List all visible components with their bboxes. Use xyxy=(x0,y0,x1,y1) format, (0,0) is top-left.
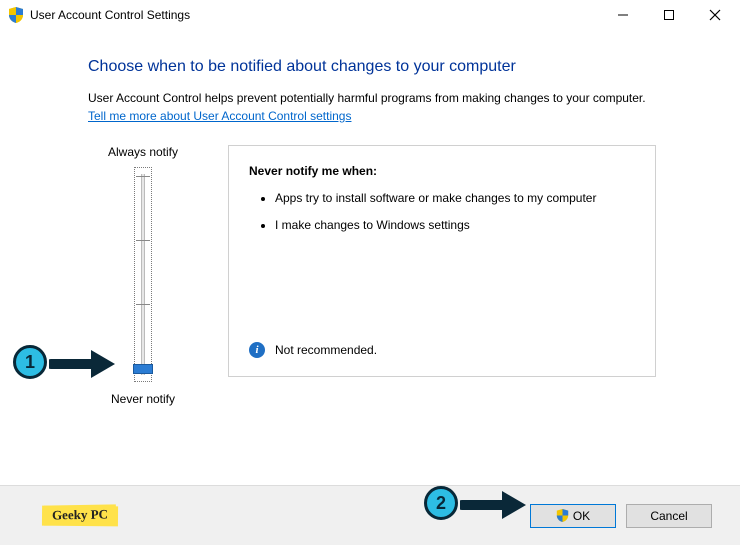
slider-label-top: Always notify xyxy=(108,145,178,159)
slider-tick xyxy=(136,304,150,305)
slider-thumb[interactable] xyxy=(133,364,153,374)
annotation-step-1: 1 xyxy=(13,345,47,379)
annotation-step-2: 2 xyxy=(424,486,458,520)
uac-shield-icon xyxy=(8,7,24,23)
titlebar: User Account Control Settings xyxy=(0,0,740,30)
uac-slider[interactable] xyxy=(134,167,152,382)
panel-bullet: Apps try to install software or make cha… xyxy=(275,190,635,207)
close-button[interactable] xyxy=(692,0,738,30)
slider-tick xyxy=(136,176,150,177)
help-link[interactable]: Tell me more about User Account Control … xyxy=(88,109,351,123)
slider-label-bottom: Never notify xyxy=(111,392,175,406)
panel-bullet: I make changes to Windows settings xyxy=(275,217,635,234)
description-panel: Never notify me when: Apps try to instal… xyxy=(228,145,656,377)
recommendation-text: Not recommended. xyxy=(275,343,377,357)
slider-tick xyxy=(136,240,150,241)
ok-button[interactable]: OK xyxy=(530,504,616,528)
content-area: Choose when to be notified about changes… xyxy=(0,30,740,475)
uac-shield-icon xyxy=(556,509,569,522)
window-title: User Account Control Settings xyxy=(30,8,190,22)
annotation-arrow-icon xyxy=(49,347,119,384)
annotation-arrow-icon xyxy=(460,488,530,525)
slider-track xyxy=(141,174,145,375)
slider-area: Always notify Never notify Never notify … xyxy=(88,145,670,406)
watermark: Geeky PC xyxy=(44,504,116,525)
panel-title: Never notify me when: xyxy=(249,164,635,178)
cancel-button[interactable]: Cancel xyxy=(626,504,712,528)
maximize-button[interactable] xyxy=(646,0,692,30)
cancel-button-label: Cancel xyxy=(650,509,687,523)
description-text: User Account Control helps prevent poten… xyxy=(88,90,670,107)
minimize-button[interactable] xyxy=(600,0,646,30)
panel-bullet-list: Apps try to install software or make cha… xyxy=(249,190,635,234)
recommendation-row: i Not recommended. xyxy=(249,342,377,358)
ok-button-label: OK xyxy=(573,509,590,523)
page-heading: Choose when to be notified about changes… xyxy=(88,58,670,76)
info-icon: i xyxy=(249,342,265,358)
